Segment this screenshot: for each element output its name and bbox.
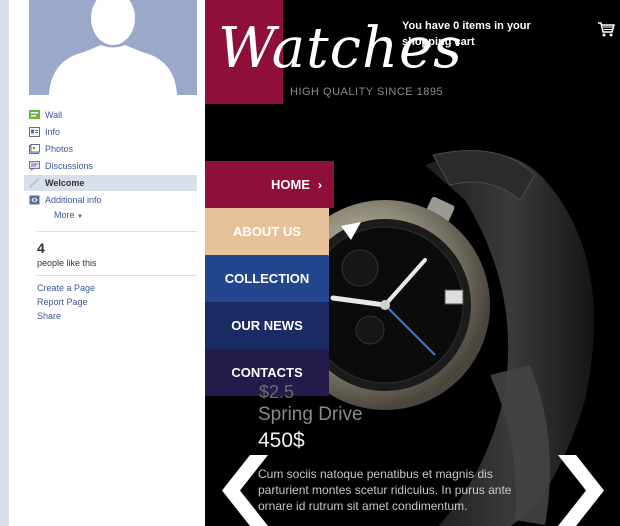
divider <box>37 231 197 232</box>
divider <box>37 275 197 276</box>
report-page-link[interactable]: Report Page <box>37 297 88 307</box>
chevron-down-icon: ▼ <box>77 214 83 220</box>
menu-news-button[interactable]: OUR NEWS <box>205 302 329 349</box>
wall-icon <box>29 110 40 119</box>
menu-about-label: ABOUT US <box>233 224 301 239</box>
create-page-link[interactable]: Create a Page <box>37 283 95 293</box>
left-rail <box>0 0 9 526</box>
sidebar-item-label: Additional info <box>45 195 102 205</box>
welcome-icon <box>29 178 40 188</box>
additional-info-icon <box>29 195 40 205</box>
menu-collection-button[interactable]: COLLECTION <box>205 255 329 302</box>
info-icon <box>29 127 40 137</box>
sidebar-item-label: Info <box>45 127 61 137</box>
tagline: HIGH QUALITY SINCE 1895 <box>290 86 444 98</box>
discussions-icon <box>29 161 40 171</box>
sidebar-item-additional-info[interactable]: Additional info <box>24 192 197 208</box>
menu-about-button[interactable]: ABOUT US <box>205 208 329 255</box>
previous-arrow-icon[interactable] <box>220 455 268 526</box>
sidebar-item-photos[interactable]: Photos <box>24 141 197 157</box>
photos-icon <box>29 144 40 154</box>
more-link[interactable]: More ▼ <box>54 210 83 220</box>
sidebar-item-info[interactable]: Info <box>24 124 197 140</box>
product-name: Spring Drive <box>258 404 363 425</box>
more-label: More <box>54 210 75 220</box>
chevron-right-icon: › <box>318 178 322 192</box>
next-arrow-icon[interactable] <box>558 455 606 526</box>
menu-collection-label: COLLECTION <box>224 271 310 286</box>
price-partial: $2.5 <box>259 382 295 402</box>
sidebar-item-discussions[interactable]: Discussions <box>24 158 197 174</box>
menu-home-button[interactable]: HOME › <box>205 161 334 208</box>
sidebar-item-label: Wall <box>45 110 63 120</box>
menu-home-label: HOME <box>271 177 310 192</box>
cart-status: You have 0 items in your shopping cart <box>402 20 531 48</box>
shopping-cart-icon[interactable] <box>597 20 615 38</box>
product-price: 450$ <box>258 429 305 452</box>
product-description: Cum sociis natoque penatibus et magnis d… <box>258 467 512 513</box>
sidebar-item-label: Photos <box>45 144 74 154</box>
share-link[interactable]: Share <box>37 311 61 321</box>
profile-silhouette-icon <box>29 0 197 95</box>
facebook-sidebar: Wall Info Photos Discussions Welcome Add… <box>9 0 205 526</box>
likes-label: people like this <box>37 258 97 268</box>
likes-count: 4 <box>37 240 45 256</box>
sidebar-item-label: Discussions <box>45 161 94 171</box>
profile-picture[interactable] <box>29 0 197 95</box>
watches-app: Watches HIGH QUALITY SINCE 1895 You have… <box>205 0 620 526</box>
sidebar-item-welcome[interactable]: Welcome <box>24 175 197 191</box>
sidebar-item-label: Welcome <box>45 178 85 188</box>
sidebar-item-wall[interactable]: Wall <box>24 107 197 123</box>
menu-news-label: OUR NEWS <box>231 318 303 333</box>
